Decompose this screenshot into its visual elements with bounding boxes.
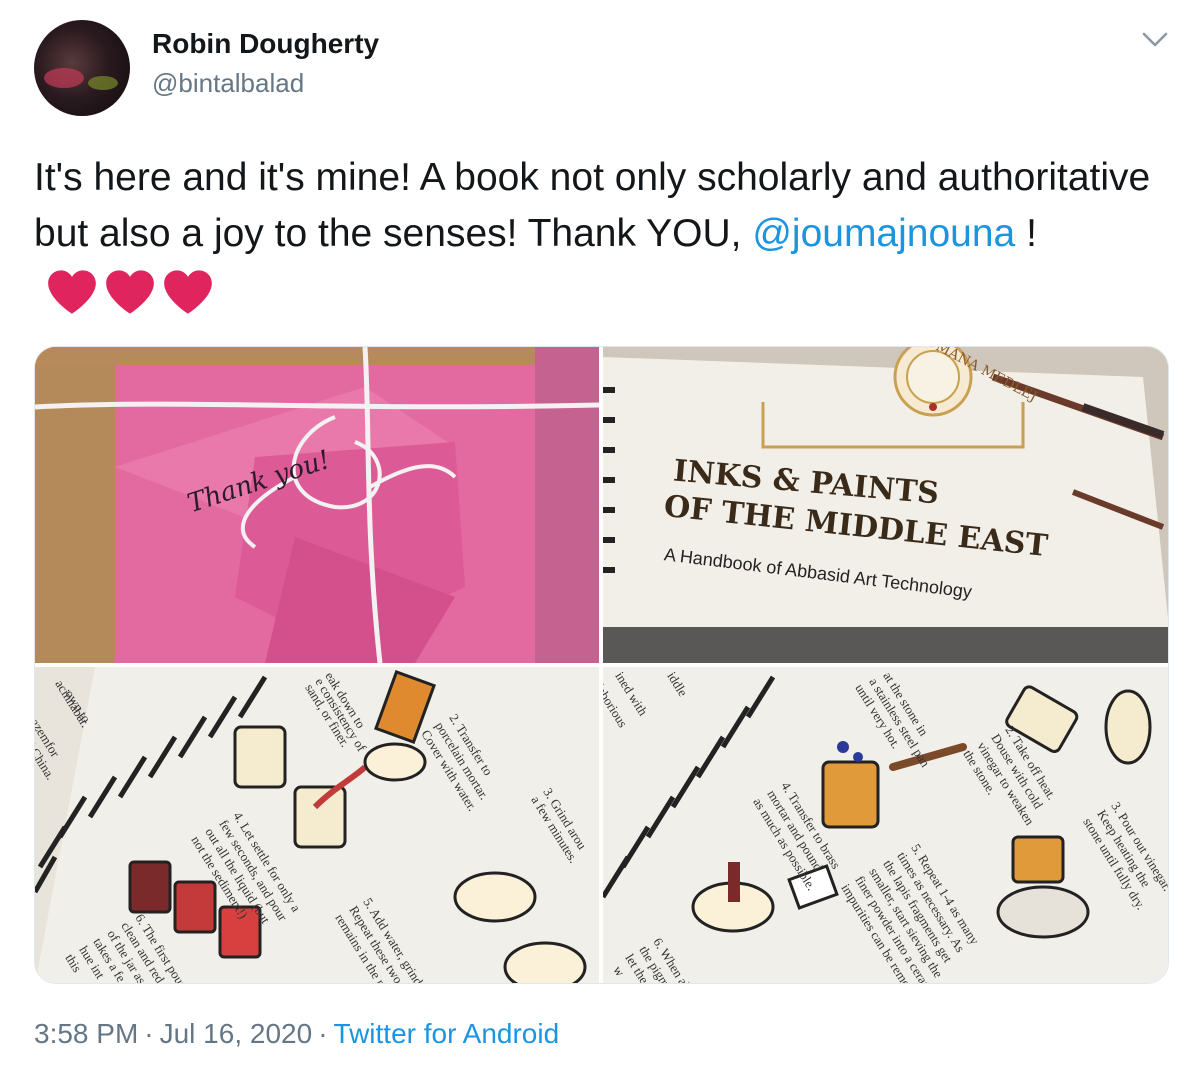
tweet-time[interactable]: 3:58 PM: [34, 1018, 138, 1049]
red-heart-icon: [48, 270, 96, 314]
media-grid: Thank you! INKS & PAINTS OF THE MIDDLE E…: [34, 346, 1169, 984]
separator-dot: ·: [318, 1018, 328, 1049]
avatar-detail: [44, 68, 84, 88]
author-name[interactable]: Robin Dougherty: [152, 28, 379, 60]
tweet-text-end: !: [1015, 212, 1037, 255]
tweet-footer: 3:58 PM · Jul 16, 2020 · Twitter for Android: [34, 1018, 559, 1050]
avatar[interactable]: [34, 20, 130, 116]
chevron-down-icon[interactable]: [1140, 28, 1170, 52]
tweet-text: It's here and it's mine! A book not only…: [34, 150, 1154, 318]
photo-package[interactable]: Thank you!: [35, 347, 599, 663]
photo-book-cover[interactable]: JOUMANA MEDLEJ INKS & PAINTS OF THE MIDD…: [603, 347, 1168, 663]
tweet: Robin Dougherty @bintalbalad It's here a…: [0, 0, 1192, 1070]
photo-page-vermilion[interactable]: own to acinnabar. r, azemfor d China. ea…: [35, 667, 599, 983]
mention-link[interactable]: @joumajnouna: [752, 212, 1015, 255]
separator-dot: ·: [144, 1018, 154, 1049]
tweet-source-link[interactable]: Twitter for Android: [334, 1018, 560, 1049]
author-handle[interactable]: @bintalbalad: [152, 68, 304, 99]
red-heart-icon: [164, 270, 212, 314]
photo-page-lapis[interactable]: iddle ined with laborious at the stone i…: [603, 667, 1168, 983]
red-heart-icon: [106, 270, 154, 314]
emoji-group: [46, 268, 214, 316]
avatar-detail: [88, 76, 118, 90]
package-illustration: [35, 347, 599, 663]
tweet-date[interactable]: Jul 16, 2020: [160, 1018, 313, 1049]
